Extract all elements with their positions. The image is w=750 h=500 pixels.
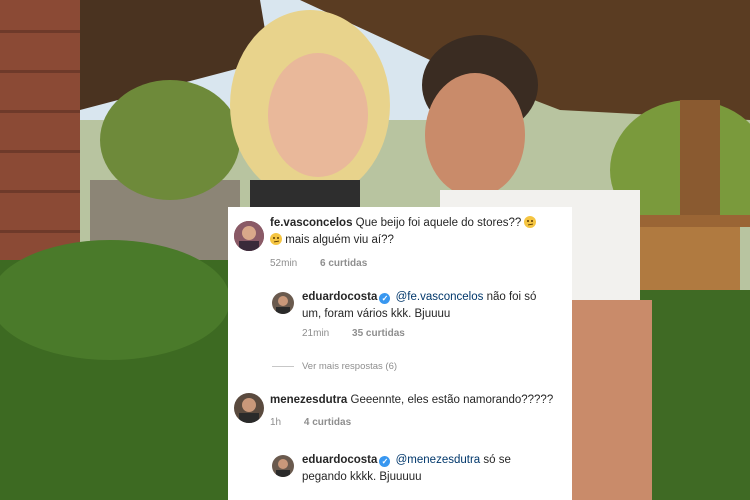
username-link[interactable]: eduardocosta: [302, 291, 377, 303]
profile-photo-woman-icon: [234, 221, 264, 251]
comment-body-line2: pegando kkkk. Bjuuuuu: [302, 471, 422, 483]
comment-text: eduardocosta ✓ @menezesdutra só se pegand…: [302, 452, 564, 486]
comment-body-line2: mais alguém viu aí??: [285, 234, 394, 246]
comment-meta: 1h 4 curtidas: [270, 417, 365, 428]
comment-body-line2: um, foram vários kkk. Bjuuuu: [302, 308, 451, 320]
thinking-emoji-icon: [524, 216, 537, 228]
verified-badge-icon: ✓: [379, 293, 391, 304]
avatar[interactable]: [234, 393, 264, 423]
username-link[interactable]: eduardocosta: [302, 454, 377, 466]
comment-time: 52min: [270, 258, 298, 269]
instagram-comments-panel: fe.vasconcelos Que beijo foi aquele do s…: [228, 207, 572, 500]
avatar[interactable]: [272, 292, 294, 314]
mention-link[interactable]: @fe.vasconcelos: [396, 291, 484, 303]
view-more-replies-button[interactable]: Ver mais respostas (6): [272, 361, 397, 372]
comment-time: 1h: [270, 417, 282, 428]
profile-photo-man-icon: [234, 393, 264, 423]
comment-body: Que beijo foi aquele do stores??: [355, 217, 522, 229]
comment-meta: 21min 35 curtidas: [302, 328, 419, 339]
view-more-replies-label: Ver mais respostas (6): [302, 361, 398, 372]
comment-body: não foi só: [486, 291, 537, 303]
comment-text: eduardocosta ✓ @fe.vasconcelos não foi só…: [302, 289, 564, 323]
comment-text: menezesdutra Geeennte, eles estão namora…: [270, 392, 560, 409]
avatar[interactable]: [234, 221, 264, 251]
comment-body: só se: [483, 454, 511, 466]
likes-count[interactable]: 6 curtidas: [320, 258, 367, 269]
profile-photo-man-icon: [272, 292, 294, 314]
profile-photo-man-icon: [272, 455, 294, 477]
comment-meta: 52min 6 curtidas: [270, 258, 381, 269]
likes-count[interactable]: 4 curtidas: [304, 417, 351, 428]
thinking-emoji-icon: [270, 233, 282, 245]
comment-body: Geeennte, eles estão namorando?????: [350, 394, 554, 406]
verified-badge-icon: ✓: [379, 456, 391, 467]
avatar[interactable]: [272, 455, 294, 477]
divider-line: [272, 365, 294, 367]
comment-text: fe.vasconcelos Que beijo foi aquele do s…: [270, 215, 560, 249]
username-link[interactable]: fe.vasconcelos: [270, 217, 352, 229]
likes-count[interactable]: 35 curtidas: [352, 328, 405, 339]
username-link[interactable]: menezesdutra: [270, 394, 347, 406]
mention-link[interactable]: @menezesdutra: [396, 454, 481, 466]
comment-time: 21min: [302, 328, 330, 339]
